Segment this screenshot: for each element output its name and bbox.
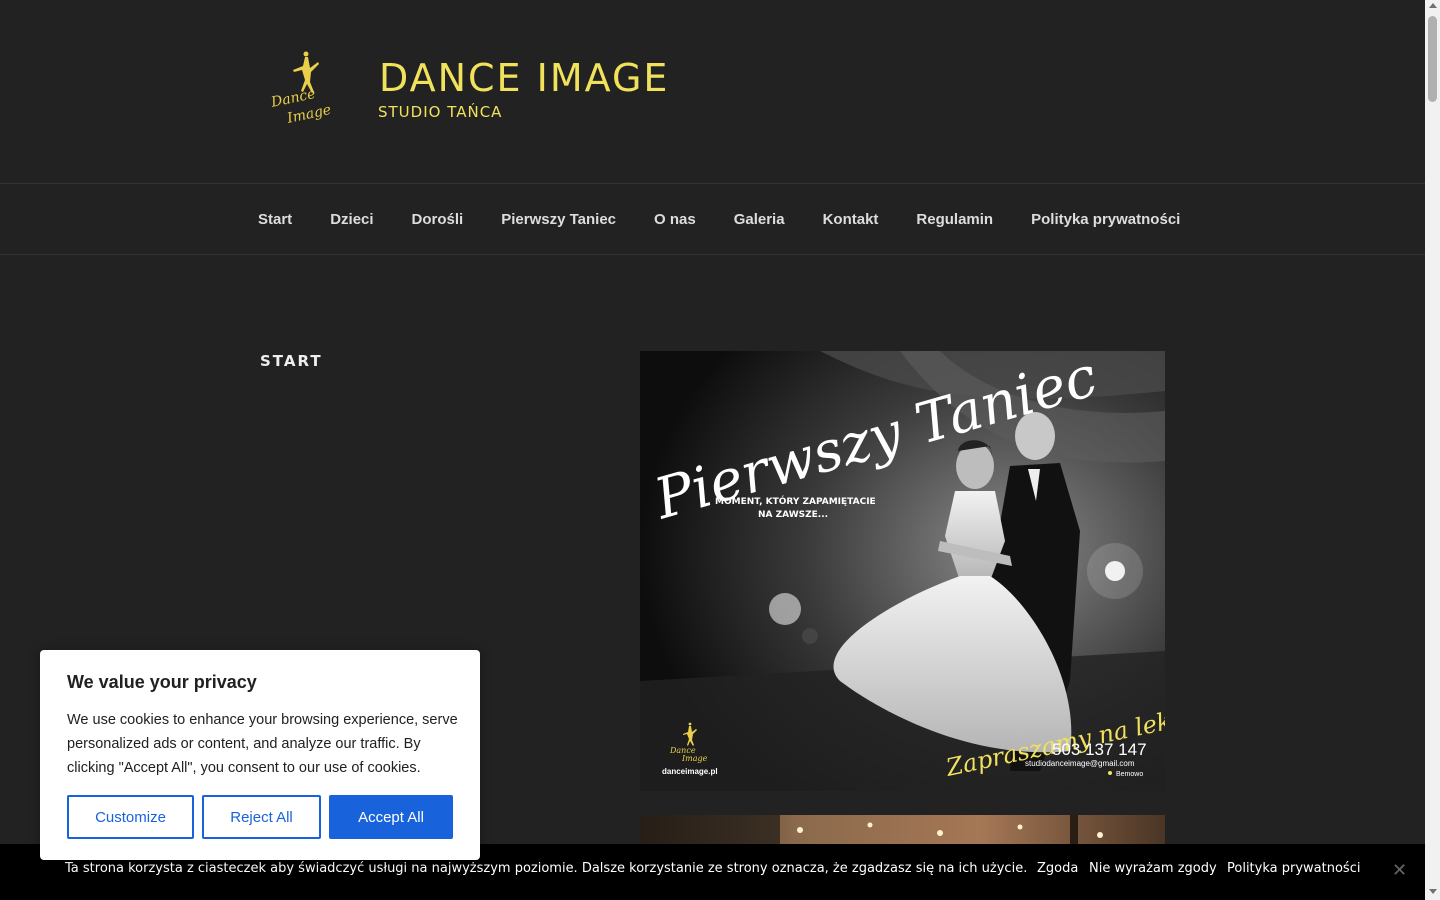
nav-item-galeria[interactable]: Galeria — [734, 211, 785, 228]
hero-logo-text-image: Image — [681, 754, 708, 763]
nav-item-start[interactable]: Start — [258, 211, 292, 228]
hero-image-pierwszy-taniec[interactable]: Pierwszy Taniec MOMENT, KTÓRY ZAPAMIĘTAC… — [640, 351, 1165, 791]
nav-item-dzieci[interactable]: Dzieci — [330, 211, 373, 228]
site-header: Dance Image DANCE IMAGE STUDIO TAŃCA — [0, 0, 1425, 183]
hero-subtitle-line1: MOMENT, KTÓRY ZAPAMIĘTACIE — [715, 495, 876, 507]
location-pin-icon — [1108, 771, 1112, 775]
hero-website: danceimage.pl — [662, 767, 718, 776]
cookie-policy-link[interactable]: Polityka prywatności — [1227, 861, 1360, 876]
page-scrollbar[interactable] — [1425, 0, 1440, 900]
nav-item-regulamin[interactable]: Regulamin — [916, 211, 993, 228]
site-tagline: STUDIO TAŃCA — [378, 103, 503, 121]
reject-all-button[interactable]: Reject All — [202, 795, 321, 839]
nav-item-polityka-prywatnosci[interactable]: Polityka prywatności — [1031, 211, 1180, 228]
cookie-disagree-link[interactable]: Nie wyrażam zgody — [1089, 861, 1217, 876]
site-title[interactable]: DANCE IMAGE — [379, 56, 669, 100]
scroll-down-arrow-icon[interactable] — [1429, 889, 1437, 894]
hero-photo-illustration: Pierwszy Taniec MOMENT, KTÓRY ZAPAMIĘTAC… — [640, 351, 1165, 791]
hero-email: studiodanceimage@gmail.com — [1025, 759, 1135, 768]
scroll-up-arrow-icon[interactable] — [1429, 3, 1437, 8]
customize-button[interactable]: Customize — [67, 795, 194, 839]
page-title: START — [260, 352, 323, 370]
cookie-notice-text: Ta strona korzysta z ciasteczek aby świa… — [65, 861, 1028, 876]
hero-subtitle-line2: NA ZAWSZE... — [758, 510, 828, 520]
close-icon[interactable]: ✕ — [1392, 862, 1407, 880]
privacy-modal-text: We use cookies to enhance your browsing … — [67, 712, 458, 776]
nav-item-o-nas[interactable]: O nas — [654, 211, 696, 228]
accept-all-button[interactable]: Accept All — [329, 795, 453, 839]
hero-phone: 503 137 147 — [1052, 740, 1147, 759]
privacy-modal-title: We value your privacy — [67, 672, 257, 692]
main-navigation: Start Dzieci Dorośli Pierwszy Taniec O n… — [0, 183, 1425, 255]
hero-location: Bemowo — [1116, 771, 1143, 778]
cookie-agree-link[interactable]: Zgoda — [1037, 861, 1078, 876]
page: Dance Image DANCE IMAGE STUDIO TAŃCA Sta… — [0, 0, 1425, 900]
dance-image-logo[interactable]: Dance Image — [266, 48, 336, 128]
nav-item-dorosli[interactable]: Dorośli — [412, 211, 464, 228]
nav-item-kontakt[interactable]: Kontakt — [823, 211, 879, 228]
scrollbar-thumb[interactable] — [1428, 16, 1437, 102]
privacy-consent-modal: We value your privacy We use cookies to … — [40, 650, 480, 860]
nav-list: Start Dzieci Dorośli Pierwszy Taniec O n… — [258, 184, 1218, 254]
nav-item-pierwszy-taniec[interactable]: Pierwszy Taniec — [501, 211, 616, 228]
